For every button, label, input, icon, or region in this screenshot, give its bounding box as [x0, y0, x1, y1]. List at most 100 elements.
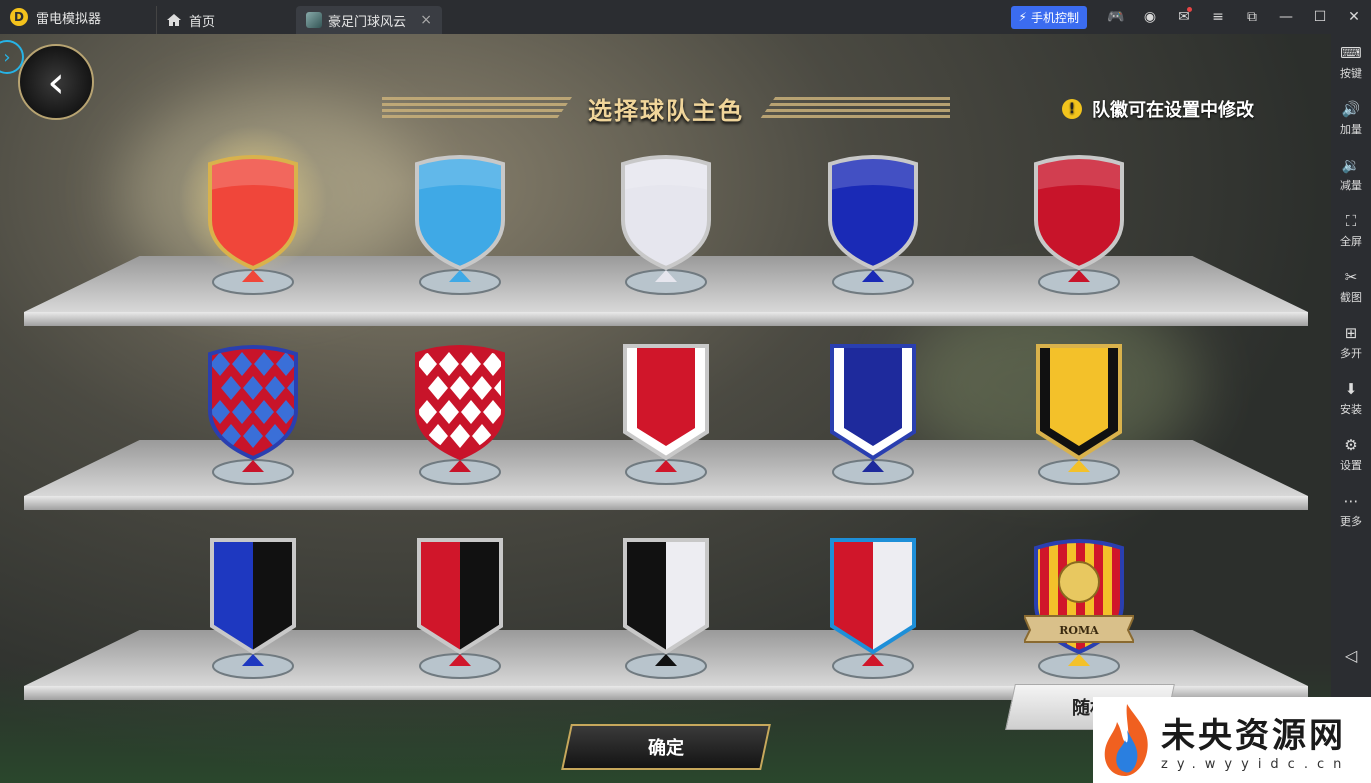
sidebar-item-volume-up[interactable]: 🔊 加量: [1331, 90, 1371, 146]
crest-shield-icon: [208, 155, 298, 295]
flame-logo-icon: [1104, 704, 1148, 776]
page-title-bar: 选择球队主色: [376, 90, 956, 126]
crest-option[interactable]: [611, 534, 721, 684]
keyboard-icon: ⌨: [1340, 43, 1362, 62]
page-title: 选择球队主色: [588, 96, 744, 125]
menu-icon[interactable]: ≡: [1201, 0, 1235, 34]
user-icon[interactable]: ◉: [1133, 0, 1167, 34]
app-logo-icon: D: [10, 8, 28, 26]
emulator-sidebar: ⌨ 按键 🔊 加量 🔉 减量 ⛶ 全屏 ✂ 截图 ⊞ 多开 ⬇ 安装 ⚙ 设置 ⋯ 更多 ◁: [1331, 34, 1371, 783]
notice-text: 队徽可在设置中修改: [1092, 100, 1254, 121]
fullscreen-icon: ⛶: [1345, 211, 1357, 230]
sidebar-item-fullscreen[interactable]: ⛶ 全屏: [1331, 202, 1371, 258]
home-icon: [167, 14, 181, 26]
crest-option[interactable]: [611, 150, 721, 300]
crest-diamond-icon: [208, 345, 298, 485]
crest-diamond-icon: [415, 345, 505, 485]
crest-option[interactable]: [1024, 150, 1134, 300]
apk-icon: ⬇: [1344, 379, 1358, 398]
sidebar-item-label: 安装: [1340, 402, 1362, 416]
volume-down-icon: 🔉: [1341, 155, 1361, 174]
title-bar-controls: ⚡ 手机控制 🎮 ◉ ✉ ≡ ⧉ — ☐ ✕: [1010, 0, 1371, 34]
sidebar-item-apk[interactable]: ⬇ 安装: [1331, 370, 1371, 426]
watermark-text: 未央资源网: [1161, 716, 1346, 756]
crest-option[interactable]: [405, 534, 515, 684]
crest-shield-icon: [415, 155, 505, 295]
phone-control-label: 手机控制: [1030, 10, 1079, 25]
gear-icon: ⚙: [1344, 435, 1358, 454]
crest-option[interactable]: [818, 150, 928, 300]
crest-pennant-icon: [830, 344, 916, 485]
crest-option[interactable]: [818, 340, 928, 490]
sidebar-item-label: 按键: [1340, 66, 1362, 80]
scissors-icon: ✂: [1344, 267, 1358, 286]
more-icon: ⋯: [1343, 491, 1359, 510]
notification-dot: [1187, 7, 1192, 12]
back-button[interactable]: ‹: [18, 44, 94, 120]
bolt-icon: ⚡: [1018, 10, 1027, 24]
maximize-icon[interactable]: ☐: [1303, 0, 1337, 34]
volume-up-icon: 🔊: [1341, 99, 1361, 118]
crest-option[interactable]: [1024, 340, 1134, 490]
tab-home-label: 首页: [189, 14, 216, 30]
crest-pennant-icon: [1036, 344, 1122, 485]
confirm-label: 确定: [648, 738, 684, 759]
multi-window-icon: ⊞: [1344, 323, 1358, 342]
watermark-url: zy.wyyidc.cn: [1161, 757, 1351, 772]
close-window-icon[interactable]: ✕: [1337, 0, 1371, 34]
title-decoration-left: [382, 97, 572, 119]
sidebar-item-gear[interactable]: ⚙ 设置: [1331, 426, 1371, 482]
app-brand: D 雷电模拟器: [0, 0, 156, 34]
crest-split-icon: [417, 538, 503, 679]
sidebar-item-label: 加量: [1340, 122, 1362, 136]
crest-option[interactable]: [611, 340, 721, 490]
title-bar: D 雷电模拟器 首页 豪足门球风云 × ⚡ 手机控制 🎮 ◉ ✉ ≡ ⧉ — ☐: [0, 0, 1371, 34]
title-decoration-right: [760, 97, 950, 119]
android-back-icon[interactable]: ◁: [1331, 646, 1371, 670]
emulator-window: D 雷电模拟器 首页 豪足门球风云 × ⚡ 手机控制 🎮 ◉ ✉ ≡ ⧉ — ☐: [0, 0, 1371, 783]
crest-option[interactable]: [405, 150, 515, 300]
tab-home[interactable]: 首页: [156, 6, 296, 34]
crest-pennant-icon: [623, 344, 709, 485]
game-icon: [306, 12, 322, 28]
crest-option[interactable]: ROMA: [1024, 534, 1134, 684]
game-viewport: › ‹ 选择球队主色 ! 队徽可在设置中修改 ROMA 确定 随机: [0, 34, 1331, 783]
sidebar-item-label: 多开: [1340, 346, 1362, 360]
pip-icon[interactable]: ⧉: [1235, 0, 1269, 34]
crest-notice: ! 队徽可在设置中修改: [1062, 96, 1254, 122]
sidebar-item-label: 更多: [1340, 514, 1362, 528]
crest-split-icon: [623, 538, 709, 679]
sidebar-item-multi-window[interactable]: ⊞ 多开: [1331, 314, 1371, 370]
crest-roma-icon: ROMA: [1024, 539, 1134, 679]
crest-split-icon: [830, 538, 916, 679]
sidebar-item-label: 设置: [1340, 458, 1362, 472]
crest-option[interactable]: [198, 534, 308, 684]
minimize-icon[interactable]: —: [1269, 0, 1303, 34]
phone-control-button[interactable]: ⚡ 手机控制: [1010, 5, 1087, 29]
tab-game[interactable]: 豪足门球风云 ×: [296, 6, 442, 34]
sidebar-item-label: 截图: [1340, 290, 1362, 304]
tab-game-label: 豪足门球风云: [328, 14, 407, 30]
sidebar-item-volume-down[interactable]: 🔉 减量: [1331, 146, 1371, 202]
crest-split-icon: [210, 538, 296, 679]
crest-shield-icon: [828, 155, 918, 295]
sidebar-item-keyboard[interactable]: ⌨ 按键: [1331, 34, 1371, 90]
chevron-left-icon: ‹: [47, 56, 65, 108]
crest-shield-icon: [621, 155, 711, 295]
gamepad-icon[interactable]: 🎮: [1099, 0, 1133, 34]
mail-icon[interactable]: ✉: [1167, 0, 1201, 34]
sidebar-item-label: 减量: [1340, 178, 1362, 192]
confirm-button[interactable]: 确定: [561, 724, 771, 770]
crest-shield-icon: [1034, 155, 1124, 295]
roma-banner-label: ROMA: [1059, 624, 1099, 637]
crest-option[interactable]: [818, 534, 928, 684]
crest-option[interactable]: [405, 340, 515, 490]
app-name: 雷电模拟器: [36, 11, 102, 27]
sidebar-item-label: 全屏: [1340, 234, 1362, 248]
sidebar-item-scissors[interactable]: ✂ 截图: [1331, 258, 1371, 314]
crest-option[interactable]: [178, 125, 328, 300]
watermark: 未央资源网 zy.wyyidc.cn: [1093, 697, 1371, 783]
crest-option[interactable]: [198, 340, 308, 490]
sidebar-item-more[interactable]: ⋯ 更多: [1331, 482, 1371, 538]
close-tab-icon[interactable]: ×: [420, 12, 432, 28]
